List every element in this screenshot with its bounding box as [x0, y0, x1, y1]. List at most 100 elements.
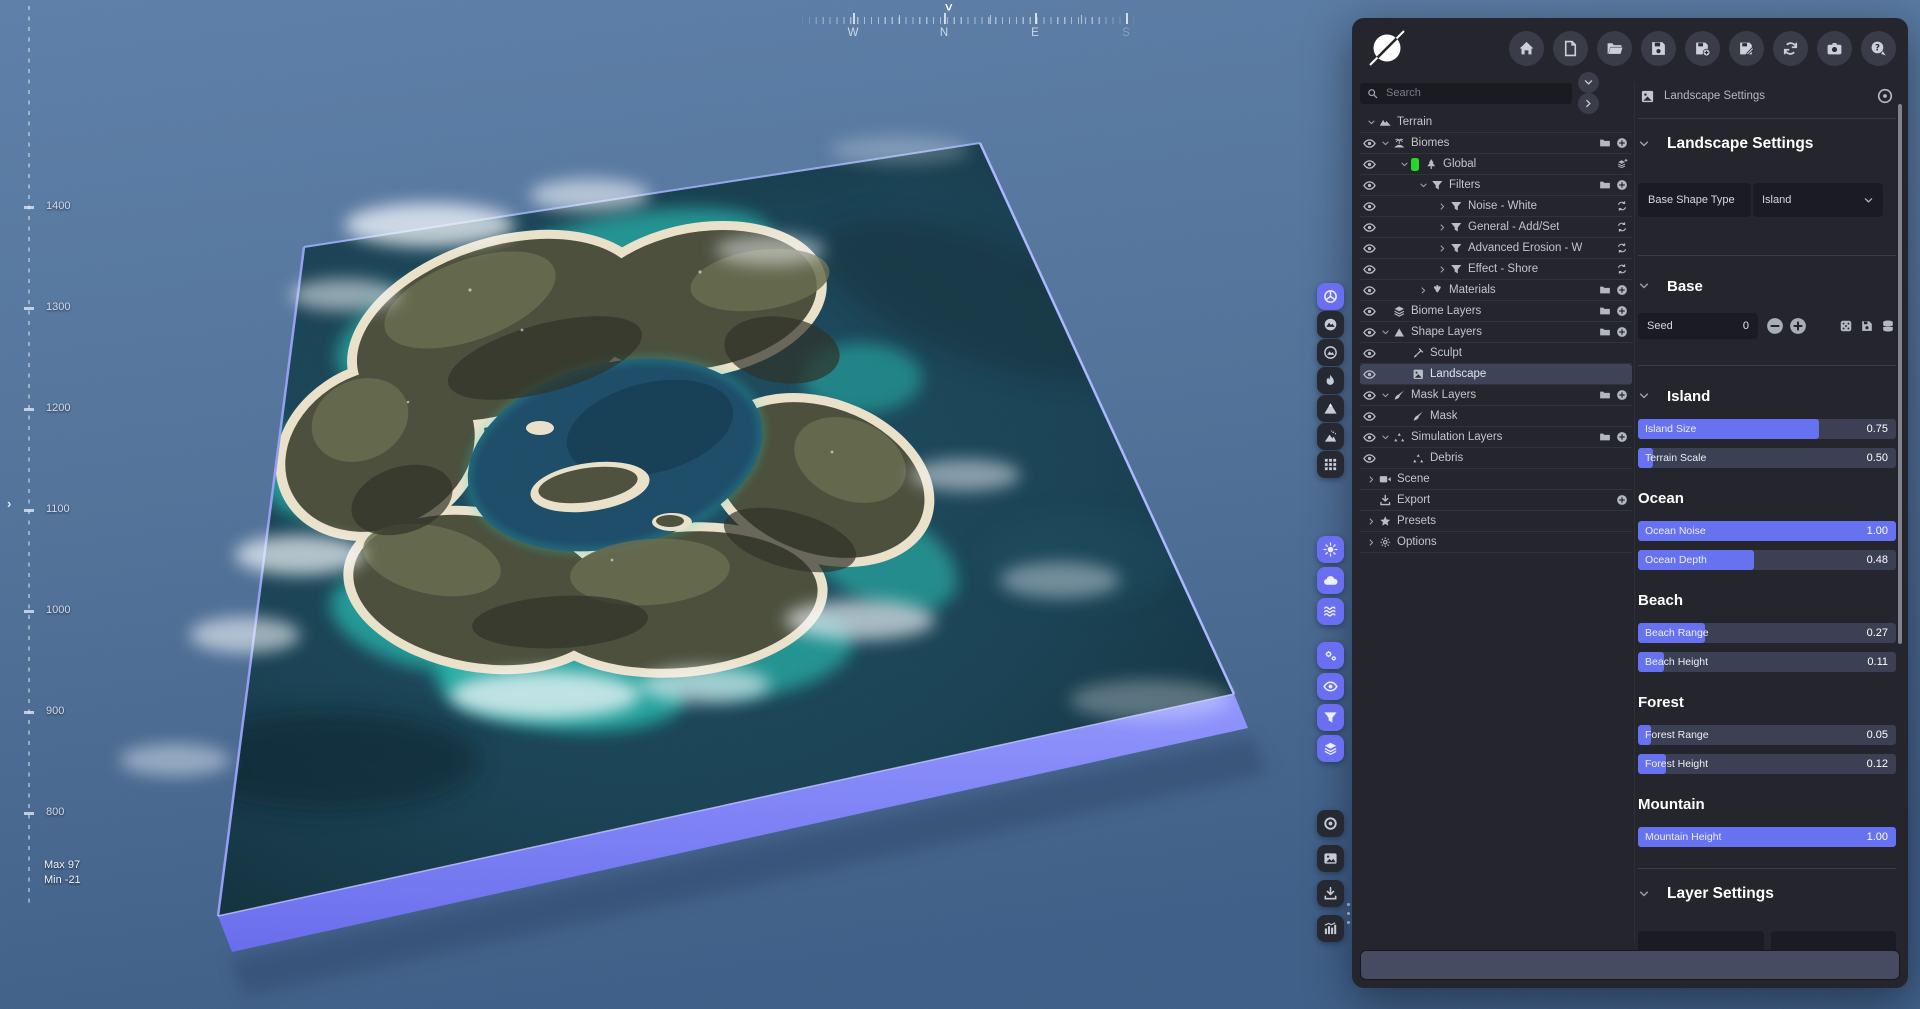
- panel-drag-handle[interactable]: [1347, 903, 1351, 930]
- seed-decrement-button[interactable]: [1766, 317, 1784, 335]
- folder-button[interactable]: [1599, 305, 1611, 317]
- tree-item-global[interactable]: Global: [1360, 154, 1632, 175]
- chevron-down-icon[interactable]: [1364, 118, 1378, 127]
- chevron-down-icon[interactable]: [1378, 139, 1392, 148]
- pin-panel-icon[interactable]: [1876, 87, 1894, 105]
- chevron-right-icon[interactable]: [1435, 202, 1449, 211]
- tree-item-presets[interactable]: Presets: [1360, 511, 1632, 532]
- eye-icon[interactable]: [1360, 221, 1378, 234]
- chevron-down-icon[interactable]: [1638, 138, 1650, 150]
- water-toggle[interactable]: [1317, 598, 1344, 625]
- chevron-down-icon[interactable]: [1638, 280, 1650, 292]
- terrain-view-mode[interactable]: [1317, 283, 1344, 310]
- folder-button[interactable]: [1599, 179, 1611, 191]
- chevron-right-icon[interactable]: [1435, 223, 1449, 232]
- search-field[interactable]: [1384, 86, 1538, 100]
- eye-icon[interactable]: [1360, 452, 1378, 465]
- eye-icon[interactable]: [1360, 263, 1378, 276]
- save-button[interactable]: [1641, 31, 1676, 66]
- chevron-down-icon[interactable]: [1638, 390, 1650, 402]
- folder-button[interactable]: [1599, 431, 1611, 443]
- mountain-view-mode[interactable]: [1317, 395, 1344, 422]
- chevron-down-icon[interactable]: [1416, 181, 1430, 190]
- add-button[interactable]: [1616, 389, 1628, 401]
- chevron-down-icon[interactable]: [1378, 433, 1392, 442]
- slider-forest-height[interactable]: Forest Height 0.12: [1638, 754, 1896, 774]
- slider-terrain-scale[interactable]: Terrain Scale 0.50: [1638, 448, 1896, 468]
- debris-view-mode[interactable]: [1317, 423, 1344, 450]
- new-file-button[interactable]: [1553, 31, 1588, 66]
- tree-item-mask-layers[interactable]: Mask Layers: [1360, 385, 1632, 406]
- grid-view-mode[interactable]: [1317, 451, 1344, 478]
- record-button[interactable]: [1317, 810, 1344, 837]
- eye-icon[interactable]: [1360, 284, 1378, 297]
- folder-button[interactable]: [1599, 326, 1611, 338]
- tree-item-export[interactable]: Export: [1360, 490, 1632, 511]
- eye-icon[interactable]: [1360, 179, 1378, 192]
- biome-view-mode[interactable]: [1317, 311, 1344, 338]
- chevron-right-icon[interactable]: [1364, 538, 1378, 547]
- save-edit-button[interactable]: [1729, 31, 1764, 66]
- slider-beach-range[interactable]: Beach Range 0.27: [1638, 623, 1896, 643]
- eye-icon[interactable]: [1360, 431, 1378, 444]
- eye-icon[interactable]: [1360, 242, 1378, 255]
- refresh-button[interactable]: [1616, 221, 1628, 233]
- reload-button[interactable]: [1773, 31, 1808, 66]
- eye-icon[interactable]: [1360, 326, 1378, 339]
- slider-forest-range[interactable]: Forest Range 0.05: [1638, 725, 1896, 745]
- tree-item-scene[interactable]: Scene: [1360, 469, 1632, 490]
- open-file-button[interactable]: [1597, 31, 1632, 66]
- tree-item-terrain[interactable]: Terrain: [1360, 112, 1632, 133]
- auto-update-toggle[interactable]: [1317, 642, 1344, 669]
- slider-beach-height[interactable]: Beach Height 0.11: [1638, 652, 1896, 672]
- tree-item-debris[interactable]: Debris: [1360, 448, 1632, 469]
- save-preset-button[interactable]: [1860, 319, 1874, 333]
- base-shape-type-select[interactable]: Island: [1753, 183, 1883, 217]
- eye-icon[interactable]: [1360, 200, 1378, 213]
- chevron-down-icon[interactable]: [1638, 888, 1650, 900]
- folder-button[interactable]: [1599, 137, 1611, 149]
- randomize-seed-button[interactable]: [1839, 319, 1853, 333]
- slider-mountain-height[interactable]: Mountain Height 1.00: [1638, 827, 1896, 847]
- section-base[interactable]: Base: [1638, 276, 1896, 296]
- tree-item-mask[interactable]: Mask: [1360, 406, 1632, 427]
- refresh-button[interactable]: [1616, 200, 1628, 212]
- eye-icon[interactable]: [1360, 389, 1378, 402]
- quick-export-button[interactable]: [1317, 880, 1344, 907]
- seed-input[interactable]: Seed 0: [1638, 313, 1758, 339]
- tree-item-shape-layers[interactable]: Shape Layers: [1360, 322, 1632, 343]
- tree-item-effect-shore[interactable]: Effect - Shore: [1360, 259, 1632, 280]
- heatmap-view-mode[interactable]: [1317, 367, 1344, 394]
- chevron-down-icon[interactable]: [1378, 328, 1392, 337]
- folder-button[interactable]: [1599, 389, 1611, 401]
- refresh-button[interactable]: [1616, 242, 1628, 254]
- settings-scrollbar[interactable]: [1898, 104, 1902, 644]
- tree-item-landscape[interactable]: Landscape: [1360, 364, 1632, 385]
- layers-toggle[interactable]: [1317, 735, 1344, 762]
- tree-item-biomes[interactable]: Biomes: [1360, 133, 1632, 154]
- add-button[interactable]: [1616, 494, 1628, 506]
- stats-button[interactable]: [1317, 915, 1344, 942]
- slider-ocean-noise[interactable]: Ocean Noise 1.00: [1638, 521, 1896, 541]
- tree-item-simulation-layers[interactable]: Simulation Layers: [1360, 427, 1632, 448]
- visibility-toggle[interactable]: [1317, 673, 1344, 700]
- tree-item-general-add-set[interactable]: General - Add/Set: [1360, 217, 1632, 238]
- help-button[interactable]: ?: [1861, 31, 1896, 66]
- home-button[interactable]: [1509, 31, 1544, 66]
- slider-ocean-depth[interactable]: Ocean Depth 0.48: [1638, 550, 1896, 570]
- eye-icon[interactable]: [1360, 410, 1378, 423]
- eye-icon[interactable]: [1360, 305, 1378, 318]
- chevron-right-icon[interactable]: [1364, 475, 1378, 484]
- eye-icon[interactable]: [1360, 137, 1378, 150]
- filters-toggle[interactable]: [1317, 704, 1344, 731]
- tree-item-advanced-erosion-w[interactable]: Advanced Erosion - W: [1360, 238, 1632, 259]
- tree-item-materials[interactable]: Materials: [1360, 280, 1632, 301]
- shape-view-mode[interactable]: [1317, 339, 1344, 366]
- section-layer-settings[interactable]: Layer Settings: [1638, 883, 1896, 905]
- slider-island-size[interactable]: Island Size 0.75: [1638, 419, 1896, 439]
- add-button[interactable]: [1616, 284, 1628, 296]
- clouds-toggle[interactable]: [1317, 567, 1344, 594]
- chevron-down-icon[interactable]: [1397, 160, 1411, 169]
- snapshot-button[interactable]: [1317, 845, 1344, 872]
- eye-icon[interactable]: [1360, 158, 1378, 171]
